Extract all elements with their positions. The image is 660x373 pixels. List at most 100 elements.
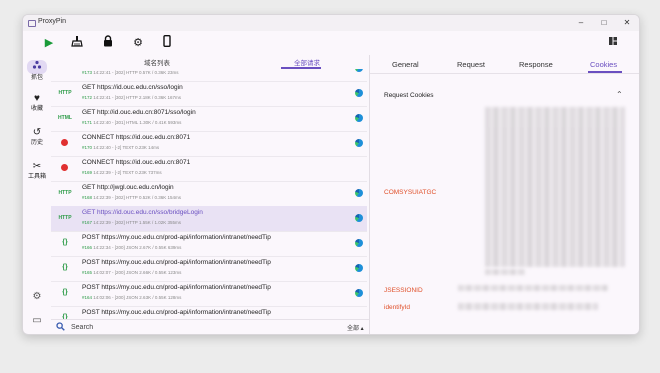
- nav-label-history: 历史: [30, 140, 43, 146]
- feedback-icon: ▭: [32, 315, 42, 326]
- settings-gear-icon: ⚙: [32, 291, 42, 302]
- feedback-button[interactable]: ▭: [23, 315, 51, 327]
- request-meta: #168 14:22:39 - [302] HTTP 0.52K / 0.36K…: [82, 195, 182, 200]
- nav-label-capture: 抓包: [30, 75, 43, 81]
- search-input[interactable]: [71, 322, 311, 332]
- search-icon: [56, 322, 65, 333]
- cookie-name: JSESSIONID: [384, 287, 423, 294]
- request-row-selected[interactable]: HTTP GET https://id.ouc.edu.cn/sso/bridg…: [51, 206, 367, 232]
- request-row[interactable]: HTML GET http://id.ouc.edu.cn:8071/sso/l…: [51, 106, 367, 132]
- request-row[interactable]: HTTP GET https://id.ouc.edu.cn/sso/login…: [51, 81, 367, 107]
- tab-request[interactable]: Request: [457, 60, 485, 69]
- edge-browser-icon: [355, 289, 363, 297]
- request-cookies-heading: Request Cookies: [384, 92, 434, 99]
- http-icon: HTTP: [58, 90, 72, 96]
- tools-icon: ✂: [32, 161, 42, 172]
- edge-browser-icon: [355, 239, 363, 247]
- redacted-cookie-value: [485, 107, 625, 267]
- detail-panel: General Request Response Cookies Request…: [370, 55, 639, 334]
- tab-indicator: [588, 71, 622, 73]
- nav-label-toolbox: 工具箱: [27, 174, 46, 180]
- http-icon: HTTP: [57, 69, 73, 73]
- cookie-name: identifyId: [384, 304, 411, 311]
- connect-error-icon: [61, 139, 68, 146]
- detail-tabs: General Request Response Cookies: [370, 55, 639, 74]
- nav-item-capture[interactable]: 抓包: [23, 60, 51, 82]
- nav-item-toolbox[interactable]: ✂ 工具箱: [23, 161, 51, 181]
- request-meta: #166 14:22:34 - [200] JSON 2.67K / 0.55K…: [82, 245, 182, 250]
- request-url: POST https://my.ouc.edu.cn/prod-api/info…: [82, 234, 271, 241]
- redacted-cookie-value: [485, 269, 525, 275]
- redacted-cookie-value: [458, 303, 598, 310]
- request-url: GET https://id.ouc.edu.cn/sso/bridgeLogi…: [82, 209, 203, 216]
- request-row[interactable]: CONNECT https://id.ouc.edu.cn:8071 #170 …: [51, 131, 367, 157]
- nav-label-favorites: 收藏: [30, 106, 43, 112]
- connect-error-icon: [61, 164, 68, 171]
- filter-dropdown[interactable]: 全部 ▴: [347, 323, 364, 332]
- edge-browser-icon: [355, 139, 363, 147]
- search-bar: 全部 ▴: [51, 319, 369, 334]
- tab-domain-list[interactable]: 域名列表: [144, 57, 170, 67]
- app-settings-button[interactable]: ⚙: [23, 291, 51, 303]
- edge-browser-icon: [355, 114, 363, 122]
- request-tabs: 域名列表 全部请求: [51, 55, 369, 69]
- request-meta: #167 14:22:39 - [302] HTTP 1.55K / 1.02K…: [82, 220, 182, 225]
- nav-item-history[interactable]: ↺ 历史: [23, 127, 51, 147]
- app-window: ProxyPin – □ ✕ ▶ ⚙ 抓包 ♥ 收藏 ↺ 历史 ✂ 工具箱 ⚙ …: [22, 14, 640, 335]
- request-meta: #173 14:22:41 - [302] HTTP 0.57K / 0.36K…: [82, 70, 179, 75]
- edge-browser-icon: [355, 264, 363, 272]
- request-url: GET http://jwgl.ouc.edu.cn/login: [82, 184, 174, 191]
- clean-icon[interactable]: [69, 35, 85, 51]
- capture-icon: [27, 60, 47, 74]
- window-title: ProxyPin: [38, 18, 67, 25]
- tab-cookies[interactable]: Cookies: [590, 60, 617, 69]
- request-row[interactable]: {} POST https://my.ouc.edu.cn/prod-api/i…: [51, 256, 367, 282]
- nav-item-favorites[interactable]: ♥ 收藏: [23, 93, 51, 113]
- request-meta: #164 14:02:06 - [200] JSON 2.63K / 0.55K…: [82, 295, 182, 300]
- cookie-name: COMSYSUIATGC: [384, 189, 437, 196]
- layout-toggle-icon[interactable]: [605, 35, 621, 51]
- request-url: CONNECT https://id.ouc.edu.cn:8071: [82, 159, 191, 166]
- request-meta: #170 14:22:40 - [-2] TEXT 0.23K 14ms: [82, 145, 160, 150]
- json-icon: {}: [62, 289, 68, 296]
- request-row[interactable]: CONNECT https://id.ouc.edu.cn:8071 #169 …: [51, 156, 367, 182]
- request-meta: #169 14:22:39 - [-2] TEXT 0.23K 737ms: [82, 170, 162, 175]
- request-url: POST https://my.ouc.edu.cn/prod-api/info…: [82, 284, 271, 291]
- title-bar: ProxyPin – □ ✕: [23, 15, 639, 31]
- edge-browser-icon: [355, 214, 363, 222]
- request-meta: #165 14:02:07 - [200] JSON 2.66K / 0.55K…: [82, 270, 182, 275]
- edge-browser-icon: [355, 189, 363, 197]
- mobile-icon[interactable]: [159, 34, 175, 51]
- request-row[interactable]: HTTP GET http://jwgl.ouc.edu.cn/login #1…: [51, 181, 367, 207]
- history-icon: ↺: [32, 127, 42, 138]
- redacted-cookie-value: [458, 285, 608, 291]
- maximize-button[interactable]: □: [593, 17, 615, 29]
- close-button[interactable]: ✕: [616, 17, 638, 29]
- request-meta: #172 14:22:41 - [302] HTTP 2.18K / 0.36K…: [82, 95, 182, 100]
- toolbar: ▶ ⚙: [23, 31, 639, 55]
- request-url: GET http://id.ouc.edu.cn:8071/sso/login: [82, 109, 196, 116]
- request-row[interactable]: {} POST https://my.ouc.edu.cn/prod-api/i…: [51, 306, 367, 319]
- http-icon: HTTP: [58, 190, 72, 196]
- request-row[interactable]: {} POST https://my.ouc.edu.cn/prod-api/i…: [51, 231, 367, 257]
- start-icon[interactable]: ▶: [41, 35, 57, 51]
- collapse-chevron-icon[interactable]: ⌃: [616, 90, 623, 99]
- edge-browser-icon: [355, 89, 363, 97]
- lock-icon[interactable]: [100, 35, 116, 51]
- json-icon: {}: [62, 239, 68, 246]
- app-logo-icon: [28, 20, 36, 27]
- request-row[interactable]: {} POST https://my.ouc.edu.cn/prod-api/i…: [51, 281, 367, 307]
- request-url: POST https://my.ouc.edu.cn/prod-api/info…: [82, 259, 271, 266]
- side-navigation: 抓包 ♥ 收藏 ↺ 历史 ✂ 工具箱 ⚙ ▭: [23, 55, 51, 334]
- json-icon: {}: [62, 264, 68, 271]
- settings-icon[interactable]: ⚙: [130, 35, 146, 51]
- request-meta: #171 14:22:40 - [301] HTML 1.30K / 0.41K…: [82, 120, 182, 125]
- request-list: HTTP #173 14:22:41 - [302] HTTP 0.57K / …: [51, 69, 369, 319]
- tab-general[interactable]: General: [392, 60, 419, 69]
- tab-all-requests[interactable]: 全部请求: [294, 57, 320, 67]
- tab-response[interactable]: Response: [519, 60, 553, 69]
- minimize-button[interactable]: –: [570, 17, 592, 29]
- heart-icon: ♥: [34, 93, 40, 104]
- request-panel: 域名列表 全部请求 HTTP #173 14:22:41 - [302] HTT…: [51, 55, 369, 334]
- http-icon: HTTP: [58, 215, 72, 221]
